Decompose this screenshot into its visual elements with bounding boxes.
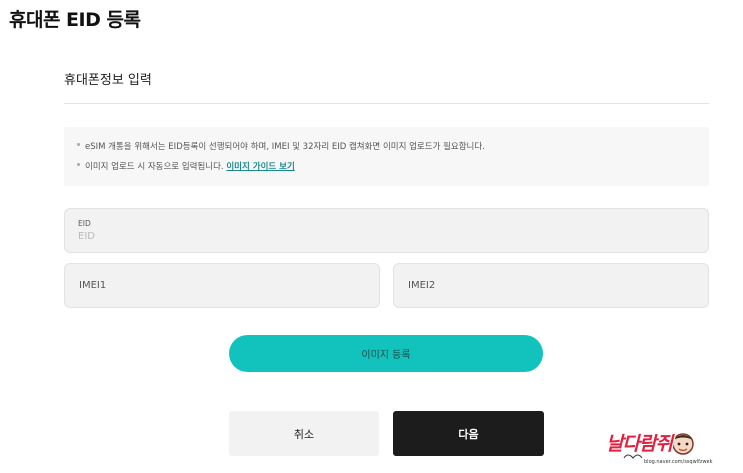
notice-line-1: eSIM 개통을 위해서는 EID등록이 선행되어야 하며, IMEI 및 32…	[77, 140, 709, 160]
section-divider	[64, 103, 709, 104]
eid-input[interactable]	[78, 231, 678, 242]
imei2-field[interactable]	[393, 263, 709, 308]
notice-text-1: eSIM 개통을 위해서는 EID등록이 선행되어야 하며, IMEI 및 32…	[85, 142, 485, 152]
eid-registration-page: 휴대폰 EID 등록 휴대폰정보 입력 eSIM 개통을 위해서는 EID등록이…	[0, 0, 743, 473]
page-title: 휴대폰 EID 등록	[9, 9, 141, 31]
notice-line-2: 이미지 업로드 시 자동으로 입력됩니다. 이미지 가이드 보기	[77, 160, 709, 180]
imei2-input[interactable]	[394, 264, 688, 307]
cancel-button[interactable]: 취소	[229, 411, 379, 456]
bullet-icon	[77, 143, 80, 146]
bullet-icon	[77, 163, 80, 166]
eid-field-label: EID	[78, 219, 91, 228]
watermark-url: blog.naver.com/ssqwlfzwek	[644, 459, 713, 465]
notice-text-2: 이미지 업로드 시 자동으로 입력됩니다.	[85, 162, 224, 172]
image-guide-link[interactable]: 이미지 가이드 보기	[226, 162, 294, 172]
eid-field[interactable]: EID	[64, 208, 709, 253]
watermark-text: 날다람쥐	[606, 433, 673, 455]
imei1-field[interactable]	[64, 263, 380, 308]
section-title: 휴대폰정보 입력	[64, 73, 152, 88]
imei1-input[interactable]	[65, 264, 359, 307]
next-button[interactable]: 다음	[393, 411, 544, 456]
notice-box: eSIM 개통을 위해서는 EID등록이 선행되어야 하며, IMEI 및 32…	[64, 127, 709, 186]
watermark: 날다람쥐 blog.naver.com/ssqwlfzwek	[600, 428, 743, 473]
upload-image-button[interactable]: 이미지 등록	[229, 335, 543, 372]
